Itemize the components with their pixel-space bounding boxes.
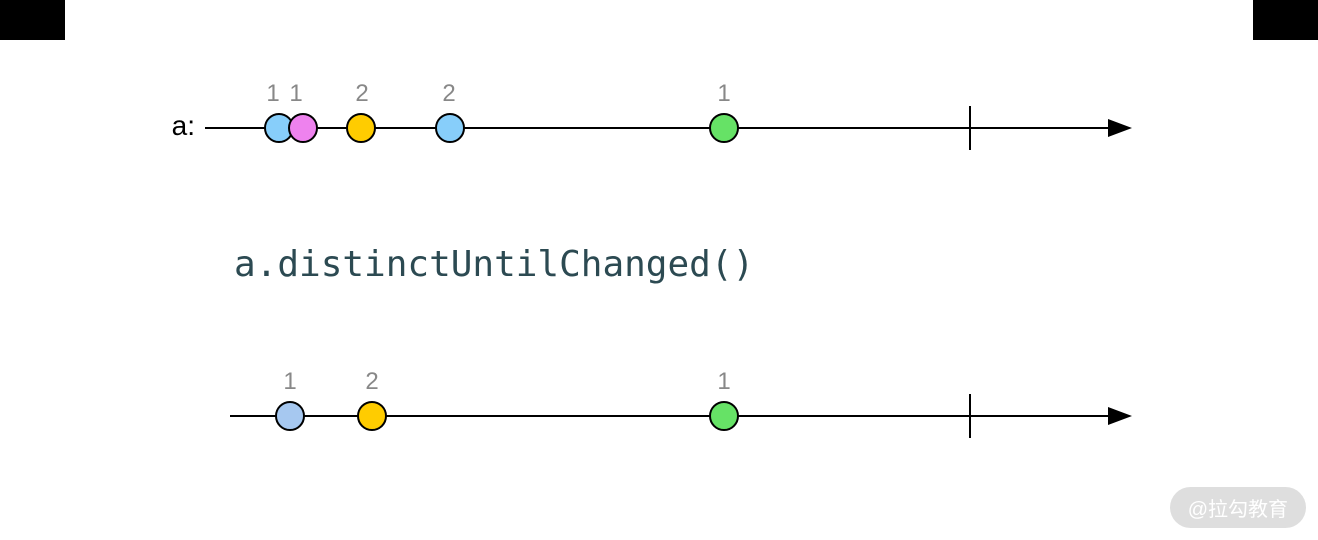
- output-stream-marble-2-value: 1: [709, 368, 739, 396]
- input-stream-marble-2: [346, 113, 376, 143]
- input-stream-marble-2-value: 2: [347, 80, 377, 108]
- watermark-badge: @拉勾教育: [1170, 487, 1306, 528]
- output-stream-marble-0: [275, 401, 305, 431]
- input-stream-marble-3: [435, 113, 465, 143]
- input-stream-label: a:: [145, 110, 195, 142]
- output-stream-marble-1: [357, 401, 387, 431]
- input-stream-marble-4: [709, 113, 739, 143]
- input-stream-marble-4-value: 1: [709, 80, 739, 108]
- input-stream-arrowhead-icon: [1108, 119, 1132, 137]
- input-stream-marble-1-value: 1: [281, 80, 311, 108]
- operator-expression: a.distinctUntilChanged(): [234, 244, 754, 285]
- output-stream-complete-tick: [969, 394, 971, 438]
- output-stream-arrowhead-icon: [1108, 407, 1132, 425]
- input-stream-timeline: [205, 127, 1112, 129]
- output-stream-marble-1-value: 2: [357, 368, 387, 396]
- input-stream-marble-1: [288, 113, 318, 143]
- output-stream-marble-2: [709, 401, 739, 431]
- input-stream-marble-3-value: 2: [434, 80, 464, 108]
- marble-diagram: a:11221121a.distinctUntilChanged(): [0, 0, 1318, 540]
- input-stream-complete-tick: [969, 106, 971, 150]
- output-stream-marble-0-value: 1: [275, 368, 305, 396]
